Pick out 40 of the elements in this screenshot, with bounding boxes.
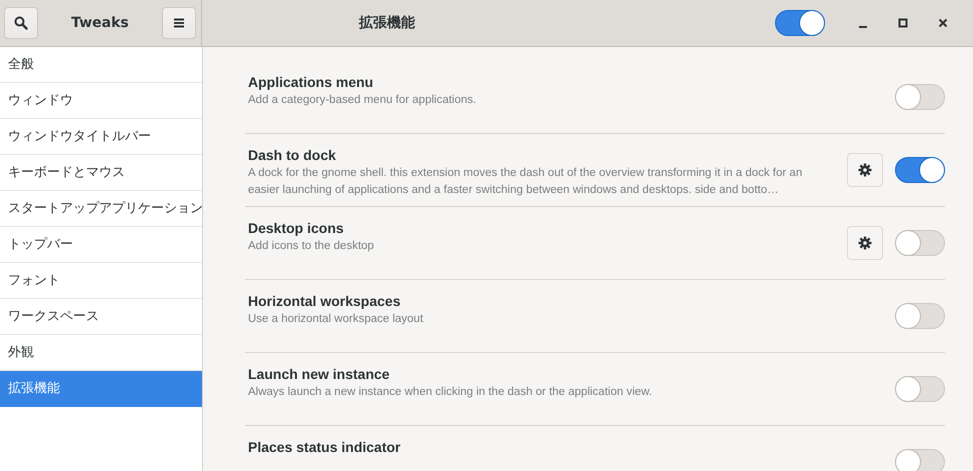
extension-name: Places status indicator	[248, 439, 402, 455]
master-switch[interactable]	[775, 10, 825, 36]
search-icon	[14, 16, 28, 30]
minimize-icon	[859, 26, 867, 28]
sidebar-item[interactable]: キーボードとマウス	[0, 155, 202, 191]
sidebar-item[interactable]: 全般	[0, 47, 202, 83]
extension-switch[interactable]	[895, 230, 945, 256]
extension-description: Add a category-based menu for applications.	[248, 93, 478, 108]
sidebar-item[interactable]: 拡張機能	[0, 371, 202, 407]
extension-switch[interactable]	[895, 376, 945, 402]
extension-name: Dash to dock	[248, 147, 337, 163]
extension-switch[interactable]	[895, 84, 945, 110]
maximize-icon	[898, 18, 908, 28]
settings-button[interactable]	[847, 153, 883, 187]
settings-icon	[858, 163, 872, 177]
sidebar-item[interactable]: ウィンドウ	[0, 83, 202, 119]
sidebar-item[interactable]: トップバー	[0, 227, 202, 263]
extension-name: Applications menu	[248, 74, 374, 90]
search-button[interactable]	[4, 7, 38, 39]
extension-name: Desktop icons	[248, 220, 345, 236]
sidebar-item[interactable]: ウィンドウタイトルバー	[0, 119, 202, 155]
settings-button[interactable]	[847, 226, 883, 260]
sidebar-item[interactable]: フォント	[0, 263, 202, 299]
menu-icon	[173, 18, 185, 28]
extension-switch[interactable]	[895, 157, 945, 183]
extension-switch[interactable]	[895, 303, 945, 329]
extension-description: Always launch a new instance when clicking in the dash or the application view.	[248, 385, 654, 400]
sidebar-title: Tweaks	[71, 15, 129, 31]
extension-name: Launch new instance	[248, 366, 391, 382]
menu-button[interactable]	[162, 7, 196, 39]
extension-description: Use a horizontal workspace layout	[248, 312, 424, 327]
extension-switch[interactable]	[895, 449, 945, 471]
settings-icon	[858, 236, 872, 250]
window-title: 拡張機能	[359, 14, 415, 32]
extension-description: A dock for the gnome shell. this extension moves the dash out of the overview transforming it in a dock for an easier launching of applications and a faster switching between windows and desktops. side and botto…	[248, 166, 804, 198]
close-icon	[938, 18, 948, 28]
extension-description: Add icons to the desktop	[248, 239, 375, 254]
extension-name: Horizontal workspaces	[248, 293, 402, 309]
sidebar-item[interactable]: ワークスペース	[0, 299, 202, 335]
sidebar-item[interactable]: スタートアップアプリケーション	[0, 191, 202, 227]
